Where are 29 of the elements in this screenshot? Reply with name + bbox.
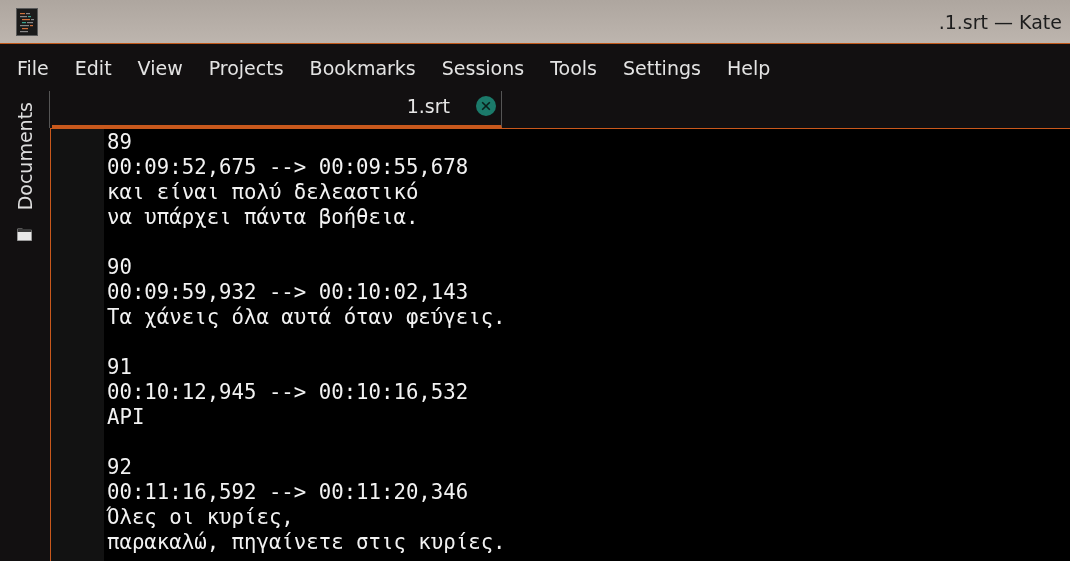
subtitle-index: 91 xyxy=(107,355,133,380)
menu-item[interactable]: Settings xyxy=(609,52,714,83)
subtitle-line: Όλες οι κυρίες, xyxy=(107,505,295,530)
menu-item[interactable]: Bookmarks xyxy=(296,52,429,83)
sidebar-tab[interactable]: Documents xyxy=(13,100,36,213)
menu-item[interactable]: Edit xyxy=(61,52,125,83)
window-title: .1.srt — Kate xyxy=(938,10,1062,33)
menu-item[interactable]: File xyxy=(4,52,62,83)
subtitle-index: 92 xyxy=(107,455,133,480)
folder-icon[interactable] xyxy=(17,228,32,242)
subtitle-line: Τα χάνεις όλα αυτά όταν φεύγεις. xyxy=(107,305,506,330)
menu-item[interactable]: Tools xyxy=(537,52,610,83)
subtitle-timing: 00:09:59,932 --> 00:10:02,143 xyxy=(107,280,470,305)
subtitle-index: 89 xyxy=(107,130,133,155)
subtitle-timing: 00:11:16,592 --> 00:11:20,346 xyxy=(107,480,470,505)
menu-item[interactable]: View xyxy=(124,52,196,83)
subtitle-line: API xyxy=(107,405,146,430)
subtitle-timing: 00:09:52,675 --> 00:09:55,678 xyxy=(107,155,470,180)
menu-item[interactable]: Help xyxy=(713,52,784,83)
subtitle-line: και είναι πολύ δελεαστικό xyxy=(107,180,420,205)
menu-item[interactable]: Sessions xyxy=(428,52,538,83)
subtitle-line: να υπάρχει πάντα βοήθεια. xyxy=(107,205,420,230)
menu-item[interactable]: Projects xyxy=(195,52,297,83)
editor-area[interactable] xyxy=(50,128,1070,561)
close-icon[interactable] xyxy=(476,96,496,116)
code-document-icon xyxy=(16,7,38,36)
subtitle-line: παρακαλώ, πηγαίνετε στις κυρίες. xyxy=(107,530,506,555)
subtitle-timing: 00:10:12,945 --> 00:10:16,532 xyxy=(107,380,470,405)
subtitle-index: 90 xyxy=(107,255,133,280)
